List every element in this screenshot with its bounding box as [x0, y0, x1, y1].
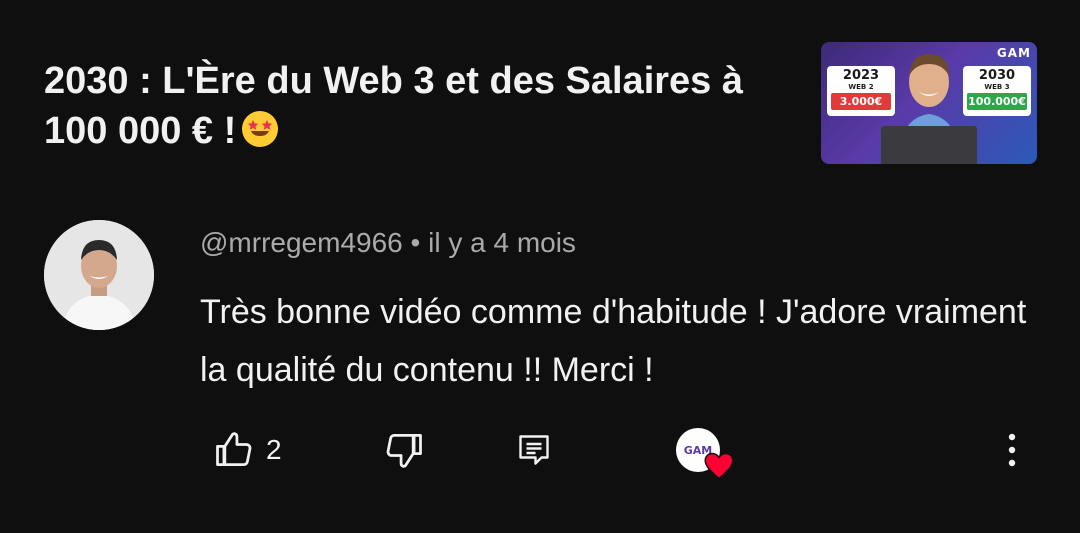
thumbnail-card-year: 2023	[842, 68, 880, 83]
like-count: 2	[266, 434, 282, 465]
video-title[interactable]: 2030 : L'Ère du Web 3 et des Salaires à …	[44, 56, 804, 156]
comment: @mrregem4966 • il y a 4 mois Très bonne …	[0, 215, 1080, 515]
more-options-button[interactable]	[996, 420, 1028, 480]
thumbnail-card-2030: 2030 WEB 3 100.000€	[963, 66, 1031, 116]
like-button[interactable]: 2	[212, 420, 282, 480]
more-vertical-icon	[1008, 433, 1016, 467]
meta-separator: •	[402, 227, 429, 258]
comment-author[interactable]: @mrregem4966	[200, 227, 403, 258]
comment-time[interactable]: il y a 4 mois	[428, 227, 576, 258]
comment-meta: @mrregem4966 • il y a 4 mois	[200, 225, 576, 261]
author-avatar-image	[44, 220, 154, 330]
comment-text: Très bonne vidéo comme d'habitude ! J'ad…	[200, 293, 1027, 389]
thumbnail-card-2023: 2023 WEB 2 3.000€	[827, 66, 895, 116]
thumbnail-card-web: WEB 3	[984, 83, 1010, 91]
thumbnail-logo: GAM	[996, 46, 1031, 60]
video-title-text: 2030 : L'Ère du Web 3 et des Salaires à …	[44, 60, 743, 152]
dislike-button[interactable]	[382, 420, 426, 480]
video-header[interactable]: 2030 : L'Ère du Web 3 et des Salaires à …	[0, 0, 1080, 180]
thumbnail-card-year: 2030	[978, 68, 1016, 83]
star-struck-emoji-icon	[242, 111, 279, 147]
creator-avatar: GAM	[676, 428, 734, 480]
thumbnail-card-amount: 100.000€	[967, 93, 1027, 110]
comment-icon	[519, 435, 549, 465]
comment-actions: 2 GAM	[0, 420, 1080, 480]
video-thumbnail[interactable]: GAM 2023 WEB 2 3.000€ 2030 WEB 3 100.000…	[821, 42, 1037, 164]
thumbnail-card-amount: 3.000€	[831, 93, 891, 110]
thumb-up-icon	[216, 432, 252, 467]
creator-heart-badge[interactable]: GAM	[676, 420, 734, 480]
heart-icon	[704, 452, 734, 480]
author-avatar[interactable]	[44, 220, 154, 330]
thumb-down-icon	[386, 433, 422, 468]
reply-button[interactable]	[516, 420, 552, 480]
thumbnail-laptop	[881, 126, 977, 164]
thumbnail-card-web: WEB 2	[848, 83, 874, 91]
